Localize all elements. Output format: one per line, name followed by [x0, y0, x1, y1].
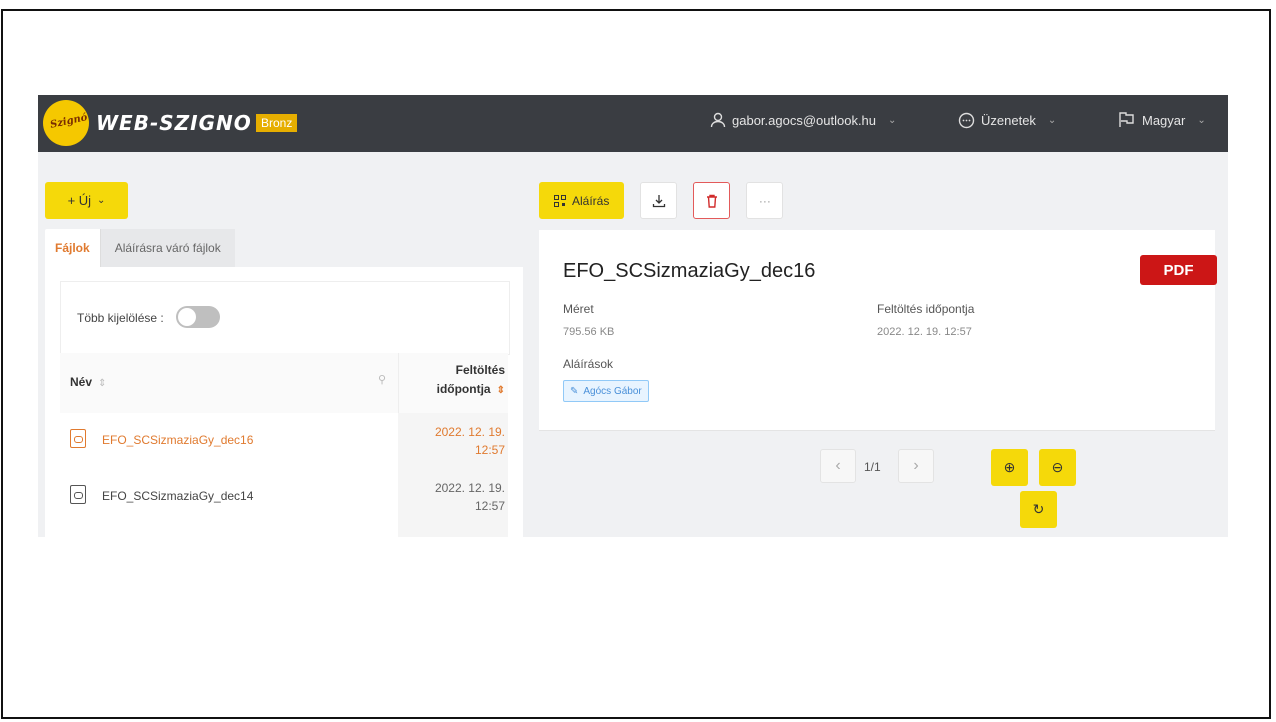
- document-toolbar: Aláírás ···: [539, 182, 784, 219]
- sort-active-icon[interactable]: ⇕: [497, 385, 505, 396]
- size-label: Méret: [563, 302, 594, 316]
- chevron-down-icon: ⌄: [888, 114, 897, 126]
- flag-icon: [1119, 112, 1134, 127]
- rotate-icon: ↻: [1032, 501, 1045, 517]
- logo-seal-icon[interactable]: Szignó: [46, 103, 88, 143]
- download-button[interactable]: [640, 182, 678, 219]
- delete-button[interactable]: [693, 182, 731, 219]
- sign-button[interactable]: Aláírás: [539, 182, 625, 219]
- language-menu[interactable]: Magyar ⌄: [1118, 112, 1206, 128]
- tab-pending-signature[interactable]: Aláírásra váró fájlok: [99, 229, 235, 267]
- size-value: 795.56 KB: [563, 326, 615, 338]
- user-menu[interactable]: gabor.agocs@outlook.hu ⌄: [710, 112, 896, 128]
- multi-select-box: Több kijelölése :: [60, 281, 510, 355]
- top-bar: Szignó WEB-SZIGNO Bronz gabor.agocs@outl…: [38, 95, 1228, 152]
- zoom-out-icon: ⊖: [1051, 459, 1064, 475]
- sort-icon[interactable]: ⇕: [98, 378, 106, 389]
- rotate-button[interactable]: ↻: [1020, 491, 1057, 528]
- new-button[interactable]: + Új ⌄: [45, 182, 128, 219]
- zoom-in-icon: ⊕: [1003, 459, 1016, 475]
- chevron-left-icon: ‹: [835, 457, 841, 474]
- edit-icon: ✎: [570, 385, 579, 397]
- zoom-in-button[interactable]: ⊕: [991, 449, 1028, 486]
- download-icon: [652, 194, 666, 207]
- multi-select-toggle[interactable]: [176, 306, 220, 328]
- tab-files[interactable]: Fájlok: [45, 229, 100, 267]
- file-date: 2022. 12. 19. 12:57: [434, 425, 505, 457]
- pdf-file-icon: [70, 429, 86, 448]
- file-name[interactable]: EFO_SCSizmaziaGy_dec16: [102, 433, 253, 447]
- multi-select-label: Több kijelölése :: [77, 311, 164, 325]
- table-row-partial[interactable]: [60, 525, 508, 537]
- qr-sign-icon: [554, 194, 566, 207]
- app-window: Szignó WEB-SZIGNO Bronz gabor.agocs@outl…: [38, 95, 1228, 537]
- file-name[interactable]: EFO_SCSizmaziaGy_dec14: [102, 489, 253, 503]
- tier-badge: Bronz: [256, 114, 298, 132]
- document-details-card: EFO_SCSizmaziaGy_dec16 PDF Méret 795.56 …: [539, 230, 1217, 430]
- upload-time-label: Feltöltés időpontja: [877, 302, 975, 316]
- chevron-down-icon: ⌄: [1197, 114, 1206, 126]
- chevron-down-icon: ⌄: [97, 195, 106, 206]
- pdf-file-icon: [70, 485, 86, 504]
- table-row[interactable]: EFO_SCSizmaziaGy_dec14 2022. 12. 19. 12:5…: [60, 469, 508, 526]
- upload-time-value: 2022. 12. 19. 12:57: [877, 326, 972, 338]
- user-icon: [710, 112, 726, 128]
- user-email: gabor.agocs@outlook.hu: [732, 112, 877, 128]
- signatures-label: Aláírások: [563, 357, 614, 371]
- search-icon[interactable]: ⚲: [378, 373, 386, 386]
- column-divider: [398, 353, 399, 413]
- zoom-out-button[interactable]: ⊖: [1039, 449, 1076, 486]
- messages-label: Üzenetek: [981, 113, 1036, 128]
- pdf-viewer-controls: ‹ 1/1 › ⊕ ⊖ ↻: [539, 430, 1215, 537]
- more-button[interactable]: ···: [746, 182, 784, 219]
- messages-menu[interactable]: Üzenetek ⌄: [958, 112, 1056, 129]
- table-header: Név ⇕ ⚲ Feltöltés időpontja ⇕: [60, 353, 508, 414]
- message-icon: [958, 112, 975, 129]
- language-label: Magyar: [1142, 112, 1186, 128]
- chevron-right-icon: ›: [913, 457, 919, 474]
- brand-name[interactable]: WEB-SZIGNO: [96, 111, 252, 135]
- file-list-panel: Több kijelölése : Név ⇕ ⚲ Feltöltés időpo…: [45, 267, 523, 537]
- trash-icon: [706, 194, 717, 208]
- pdf-type-badge: PDF: [1140, 255, 1217, 285]
- column-upload-date[interactable]: Feltöltés időpontja ⇕: [415, 361, 505, 400]
- next-page-button[interactable]: ›: [898, 449, 934, 483]
- file-date: 2022. 12. 19. 12:57: [434, 481, 505, 513]
- document-title: EFO_SCSizmaziaGy_dec16: [563, 260, 816, 282]
- column-name[interactable]: Név ⇕: [70, 375, 106, 389]
- table-row[interactable]: EFO_SCSizmaziaGy_dec16 2022. 12. 19. 12:5…: [60, 413, 508, 470]
- page-indicator: 1/1: [864, 460, 881, 474]
- chevron-down-icon: ⌄: [1047, 115, 1057, 126]
- file-tabs: Fájlok Aláírásra váró fájlok: [45, 229, 235, 267]
- signer-tag[interactable]: ✎ Agócs Gábor: [563, 380, 649, 402]
- previous-page-button[interactable]: ‹: [820, 449, 856, 483]
- ellipsis-icon: ···: [758, 193, 771, 208]
